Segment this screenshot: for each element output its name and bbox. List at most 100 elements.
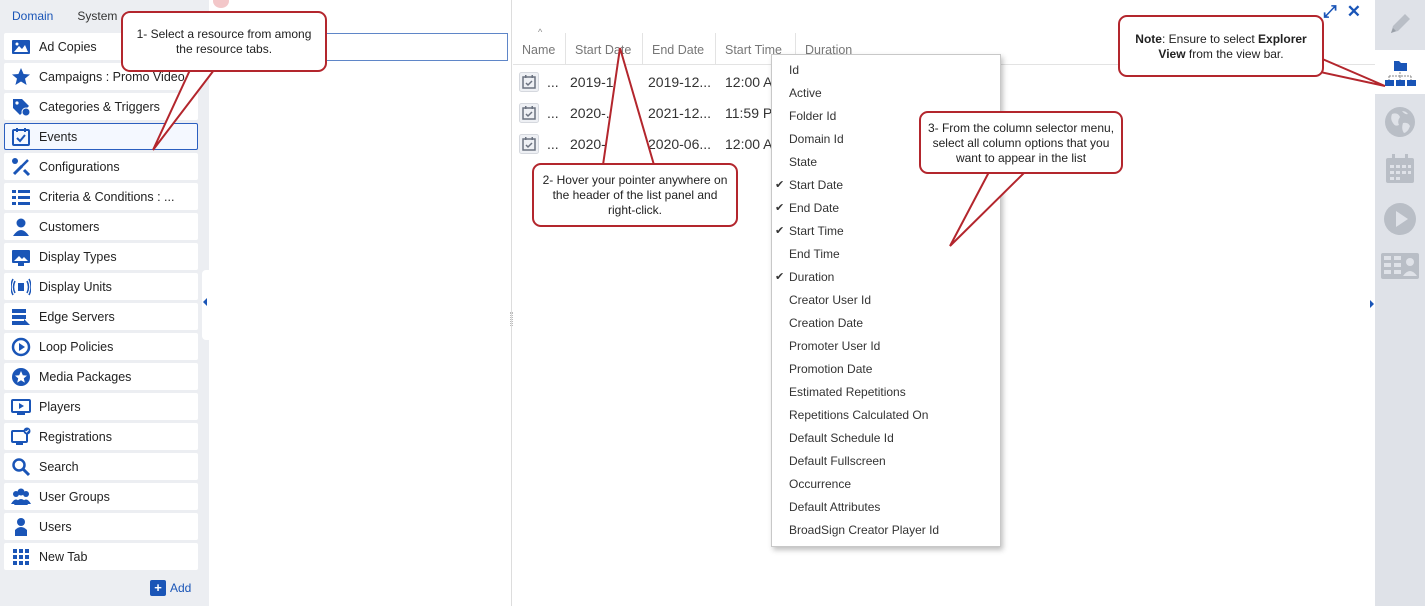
display-units-icon	[11, 277, 31, 297]
menu-item-start-time[interactable]: ✔ Start Time	[772, 220, 1000, 243]
menu-item-label: State	[789, 155, 818, 169]
cell-start-time: 11:59 PM	[725, 105, 771, 121]
resource-tab-loop-policies[interactable]: Loop Policies	[4, 333, 198, 360]
gallery-view-button[interactable]	[1375, 244, 1425, 288]
status-dot-icon	[213, 0, 229, 8]
resource-tab-label: Media Packages	[39, 369, 132, 384]
resource-tab-label: Ad Copies	[39, 39, 97, 54]
menu-item-promotion-date[interactable]: Promotion Date	[772, 358, 1000, 381]
ad-copies-icon	[11, 37, 31, 57]
menu-item-label: Creation Date	[789, 316, 864, 330]
window-controls: ⤢ ✕	[1323, 2, 1361, 22]
resource-tab-configurations[interactable]: Configurations	[4, 153, 198, 180]
menu-item-label: Promotion Date	[789, 362, 873, 376]
table-row[interactable]: ... 2019-1... 2019-12... 12:00 AM	[513, 67, 771, 97]
resource-tab-label: Search	[39, 459, 79, 474]
resource-tab-users[interactable]: Users	[4, 513, 198, 540]
explorer-view-button[interactable]	[1375, 50, 1425, 94]
display-types-icon	[11, 247, 31, 267]
resource-tab-display-types[interactable]: Display Types	[4, 243, 198, 270]
add-tab-button[interactable]: + Add	[150, 578, 191, 598]
media-package-icon	[11, 367, 31, 387]
tab-domain[interactable]: Domain	[0, 0, 65, 30]
close-icon[interactable]: ✕	[1347, 2, 1361, 22]
menu-item-estimated-repetitions[interactable]: Estimated Repetitions	[772, 381, 1000, 404]
column-header-end-date[interactable]: End Date	[643, 33, 716, 65]
menu-item-repetitions-calculated-on[interactable]: Repetitions Calculated On	[772, 404, 1000, 427]
tree-panel	[209, 0, 512, 606]
user-groups-icon	[11, 487, 31, 507]
chevron-right-icon	[1370, 300, 1374, 308]
menu-item-start-date[interactable]: ✔ Start Date	[772, 174, 1000, 197]
plus-icon: +	[150, 580, 166, 596]
menu-item-promoter-user-id[interactable]: Promoter User Id	[772, 335, 1000, 358]
menu-item-duration[interactable]: ✔ Duration	[772, 266, 1000, 289]
resource-tab-label: Display Types	[39, 249, 117, 264]
checkmark-icon: ✔	[775, 271, 785, 283]
person-icon	[11, 217, 31, 237]
resource-tab-label: Configurations	[39, 159, 120, 174]
add-label: Add	[170, 581, 192, 595]
resource-tab-events[interactable]: Events	[4, 123, 198, 150]
tab-system[interactable]: System	[65, 0, 129, 30]
resource-tab-players[interactable]: Players	[4, 393, 198, 420]
sort-caret-icon: ^	[538, 27, 543, 37]
resource-list: Ad Copies Campaigns : Promo Video Categori…	[4, 33, 198, 573]
loop-icon	[11, 337, 31, 357]
grid-icon	[11, 547, 31, 567]
resource-tab-media-packages[interactable]: Media Packages	[4, 363, 198, 390]
cell-name: ...	[547, 74, 559, 90]
resource-tab-label: Display Units	[39, 279, 112, 294]
resource-tab-display-units[interactable]: Display Units	[4, 273, 198, 300]
menu-item-label: Creator User Id	[789, 293, 872, 307]
resource-tab-registrations[interactable]: Registrations	[4, 423, 198, 450]
player-icon	[11, 397, 31, 417]
search-icon	[11, 457, 31, 477]
map-view-button[interactable]	[1375, 100, 1425, 144]
edit-view-button[interactable]	[1375, 2, 1425, 46]
resource-tab-new-tab[interactable]: New Tab	[4, 543, 198, 570]
column-header-start-date[interactable]: Start Date	[566, 33, 643, 65]
resource-tab-edge-servers[interactable]: Edge Servers	[4, 303, 198, 330]
menu-item-end-time[interactable]: End Time	[772, 243, 1000, 266]
menu-item-label: Estimated Repetitions	[789, 385, 906, 399]
event-icon	[519, 72, 539, 92]
resource-tab-search[interactable]: Search	[4, 453, 198, 480]
resource-tab-label: Loop Policies	[39, 339, 114, 354]
criteria-icon	[11, 187, 31, 207]
categories-icon	[11, 97, 31, 117]
table-row[interactable]: ... 2020-... 2021-12... 11:59 PM	[513, 98, 771, 128]
menu-item-default-attributes[interactable]: Default Attributes	[772, 496, 1000, 519]
menu-item-end-date[interactable]: ✔ End Date	[772, 197, 1000, 220]
menu-item-active[interactable]: Active	[772, 82, 1000, 105]
tools-icon	[11, 157, 31, 177]
resource-tab-criteria-conditions[interactable]: Criteria & Conditions : ...	[4, 183, 198, 210]
menu-item-label: Id	[789, 63, 800, 77]
menu-item-broadsign-creator-player-id[interactable]: BroadSign Creator Player Id	[772, 519, 1000, 542]
cell-start-time: 12:00 AM	[725, 136, 771, 152]
menu-item-label: Default Attributes	[789, 500, 881, 514]
calendar-view-button[interactable]	[1375, 147, 1425, 191]
menu-item-occurrence[interactable]: Occurrence	[772, 473, 1000, 496]
menu-item-label: Default Fullscreen	[789, 454, 886, 468]
expand-icon[interactable]: ⤢	[1323, 2, 1337, 22]
menu-item-creation-date[interactable]: Creation Date	[772, 312, 1000, 335]
pencil-icon	[1391, 14, 1410, 33]
menu-item-label: Start Date	[789, 178, 844, 192]
cell-start-date: 2019-1...	[570, 74, 626, 90]
calendar-check-icon	[11, 127, 31, 147]
resource-tab-customers[interactable]: Customers	[4, 213, 198, 240]
cell-end-date: 2019-12...	[648, 74, 712, 90]
resource-tab-user-groups[interactable]: User Groups	[4, 483, 198, 510]
menu-item-id[interactable]: Id	[772, 59, 1000, 82]
table-row[interactable]: ... 2020-... 2020-06... 12:00 AM	[513, 129, 771, 159]
menu-item-default-schedule-id[interactable]: Default Schedule Id	[772, 427, 1000, 450]
preview-view-button[interactable]	[1375, 197, 1425, 241]
column-header-name[interactable]: ^ Name	[513, 27, 566, 65]
resource-tab-label: Customers	[39, 219, 100, 234]
menu-item-label: BroadSign Creator Player Id	[789, 523, 940, 537]
menu-item-creator-user-id[interactable]: Creator User Id	[772, 289, 1000, 312]
resource-tab-categories-triggers[interactable]: Categories & Triggers	[4, 93, 198, 120]
checkmark-icon: ✔	[775, 179, 785, 191]
menu-item-default-fullscreen[interactable]: Default Fullscreen	[772, 450, 1000, 473]
